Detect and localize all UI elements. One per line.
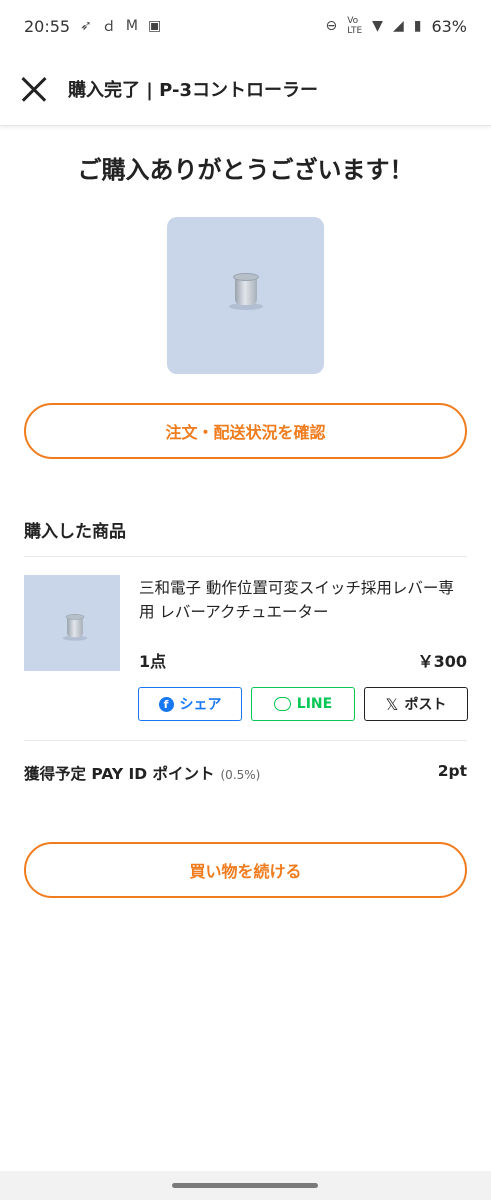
- item-quantity: 1点: [139, 652, 167, 671]
- divider: [24, 556, 467, 557]
- facebook-share-button[interactable]: f シェア: [138, 687, 242, 721]
- points-label-text: 獲得予定 PAY ID ポイント: [24, 765, 215, 783]
- line-icon: [273, 697, 291, 711]
- x-post-button[interactable]: 𝕏 ポスト: [364, 687, 468, 721]
- item-price: ￥300: [417, 652, 467, 671]
- wifi-icon: ▼: [372, 18, 383, 34]
- item-thumbnail[interactable]: [24, 575, 120, 671]
- points-label: 獲得予定 PAY ID ポイント (0.5%): [24, 762, 260, 784]
- thanks-message: ご購入ありがとうございます！: [77, 156, 414, 184]
- status-bar: 20:55 ➶ ｄ M ▣ ⊖ Vo LTE ▼ ◢ ▮ 63%: [0, 0, 491, 52]
- app-bar: 購入完了 | P-3コントローラー: [0, 52, 491, 126]
- close-icon[interactable]: [20, 75, 48, 103]
- gesture-handle[interactable]: [172, 1183, 318, 1188]
- x-post-label: ポスト: [404, 697, 447, 713]
- battery-percent: 63%: [431, 16, 467, 36]
- points-value: 2pt: [437, 762, 467, 780]
- line-share-label: LINE: [296, 696, 333, 712]
- navigation-bar: [0, 1171, 491, 1200]
- facebook-icon: f: [158, 696, 174, 712]
- page-title: 購入完了 | P-3コントローラー: [68, 79, 318, 101]
- continue-shopping-button[interactable]: 買い物を続ける: [24, 842, 467, 898]
- bus-icon: ▣: [147, 18, 162, 34]
- item-name[interactable]: 三和電子 動作位置可変スイッチ採用レバー専用 レバーアクチュエーター: [139, 576, 469, 624]
- lever-actuator-thumb: [62, 614, 88, 641]
- product-image: [167, 217, 324, 374]
- x-icon: 𝕏: [385, 694, 399, 714]
- facebook-share-label: シェア: [179, 697, 222, 713]
- order-status-button[interactable]: 注文・配送状況を確認: [24, 403, 467, 459]
- lever-actuator-photo: [229, 273, 263, 310]
- volte-icon: Vo LTE: [347, 16, 363, 36]
- status-time: 20:55: [24, 16, 71, 36]
- signal-icon: ◢: [392, 18, 404, 34]
- rocket-icon: ➶: [80, 18, 92, 34]
- points-rate: (0.5%): [220, 768, 261, 782]
- divider: [24, 740, 467, 741]
- gmail-icon: M: [125, 18, 138, 34]
- line-share-button[interactable]: LINE: [251, 687, 355, 721]
- docomo-icon: ｄ: [101, 19, 116, 35]
- dnd-icon: ⊖: [325, 18, 338, 34]
- battery-icon: ▮: [413, 18, 422, 34]
- purchased-items-title: 購入した商品: [24, 522, 126, 542]
